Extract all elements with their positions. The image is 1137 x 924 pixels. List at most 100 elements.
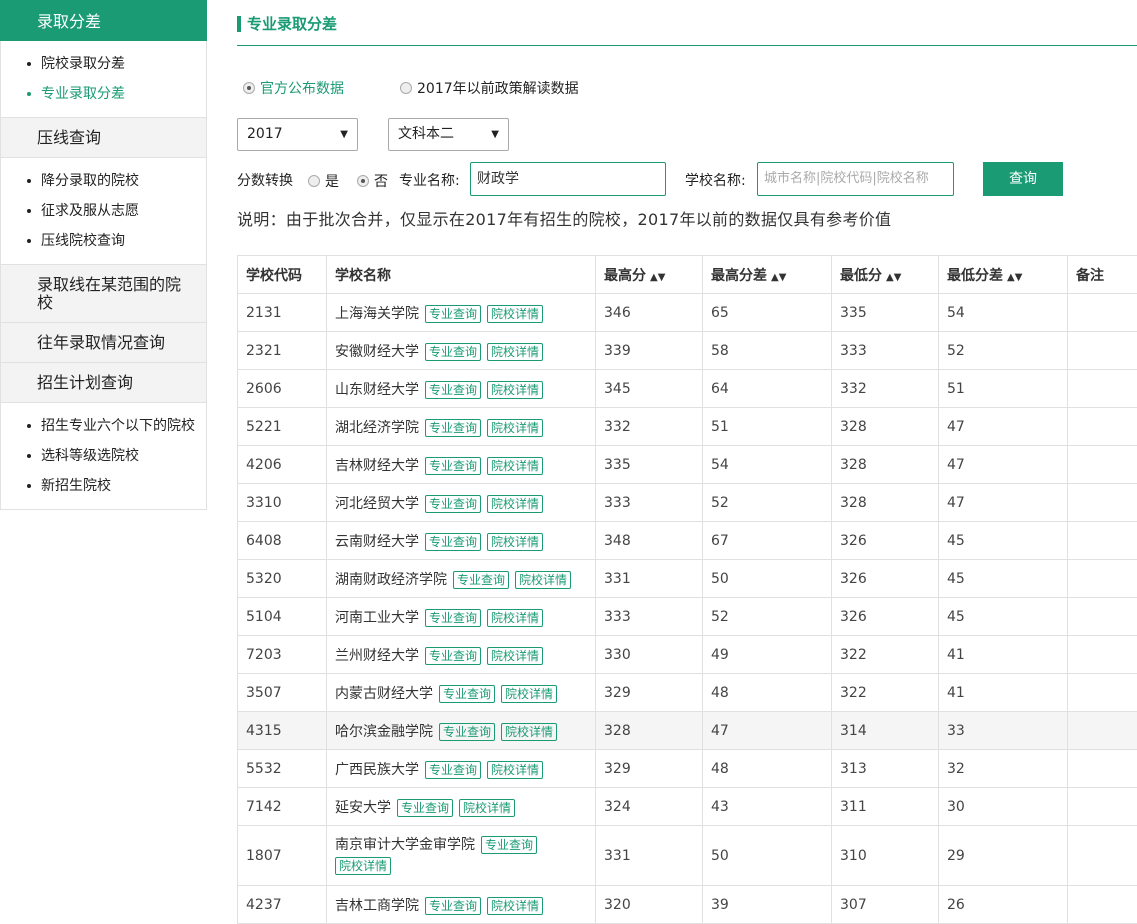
cell-name: 湖北经济学院专业查询院校详情: [327, 408, 596, 446]
radio-official-label: 官方公布数据: [260, 78, 344, 98]
cell-max-diff: 67: [703, 522, 832, 560]
school-detail-tag[interactable]: 院校详情: [487, 761, 543, 779]
cell-remark: [1068, 636, 1137, 674]
school-detail-tag[interactable]: 院校详情: [487, 419, 543, 437]
sidebar-section-plan[interactable]: 招生计划查询: [0, 363, 207, 403]
cell-code: 2321: [238, 332, 327, 370]
table-row: 2606山东财经大学专业查询院校详情3456433251: [238, 370, 1137, 408]
cell-remark: [1068, 674, 1137, 712]
table-row: 5532广西民族大学专业查询院校详情3294831332: [238, 750, 1137, 788]
school-detail-tag[interactable]: 院校详情: [487, 647, 543, 665]
school-name: 湖北经济学院: [335, 420, 419, 436]
cell-name: 河北经贸大学专业查询院校详情: [327, 484, 596, 522]
school-detail-tag[interactable]: 院校详情: [487, 381, 543, 399]
school-detail-tag[interactable]: 院校详情: [487, 305, 543, 323]
radio-old-data[interactable]: 2017年以前政策解读数据: [400, 78, 579, 98]
cell-min: 328: [832, 408, 939, 446]
major-query-tag[interactable]: 专业查询: [425, 381, 481, 399]
school-name-input[interactable]: 城市名称|院校代码|院校名称: [757, 162, 954, 196]
cell-name: 广西民族大学专业查询院校详情: [327, 750, 596, 788]
sidebar-item-subject-level[interactable]: 选科等级选院校: [1, 441, 206, 471]
cell-code: 3507: [238, 674, 327, 712]
major-query-tag[interactable]: 专业查询: [425, 305, 481, 323]
cell-code: 5320: [238, 560, 327, 598]
sidebar-section-range[interactable]: 录取线在某范围的院校: [0, 265, 207, 323]
cell-min: 314: [832, 712, 939, 750]
school-detail-tag[interactable]: 院校详情: [335, 857, 391, 875]
header-min[interactable]: 最低分▲▼: [832, 256, 939, 294]
cell-min: 310: [832, 826, 939, 886]
sidebar-section-history[interactable]: 往年录取情况查询: [0, 323, 207, 363]
sidebar-item-yaxian-school[interactable]: 压线院校查询: [1, 226, 206, 256]
school-detail-tag[interactable]: 院校详情: [487, 533, 543, 551]
table-row: 3507内蒙古财经大学专业查询院校详情3294832241: [238, 674, 1137, 712]
sidebar-item-new-schools[interactable]: 新招生院校: [1, 471, 206, 501]
major-query-tag[interactable]: 专业查询: [397, 799, 453, 817]
school-detail-tag[interactable]: 院校详情: [459, 799, 515, 817]
header-min-diff[interactable]: 最低分差▲▼: [939, 256, 1068, 294]
major-query-tag[interactable]: 专业查询: [453, 571, 509, 589]
major-query-tag[interactable]: 专业查询: [425, 647, 481, 665]
convert-yes-radio[interactable]: 是: [308, 171, 339, 191]
data-source-radio-group: 官方公布数据 2017年以前政策解读数据: [243, 78, 344, 98]
major-query-tag[interactable]: 专业查询: [425, 457, 481, 475]
school-name: 延安大学: [335, 800, 391, 816]
cell-min-diff: 29: [939, 826, 1068, 886]
cell-max: 346: [596, 294, 703, 332]
sidebar-item-zhengqiu[interactable]: 征求及服从志愿: [1, 196, 206, 226]
convert-no-radio[interactable]: 否: [357, 171, 388, 191]
table-row: 7203兰州财经大学专业查询院校详情3304932241: [238, 636, 1137, 674]
cell-min-diff: 51: [939, 370, 1068, 408]
query-button[interactable]: 查询: [983, 162, 1063, 196]
cell-max-diff: 50: [703, 560, 832, 598]
major-query-tag[interactable]: 专业查询: [439, 685, 495, 703]
sidebar-item-school-diff[interactable]: 院校录取分差: [1, 49, 206, 79]
sidebar-section-yaxian[interactable]: 压线查询: [0, 118, 207, 158]
major-query-tag[interactable]: 专业查询: [425, 609, 481, 627]
major-query-tag[interactable]: 专业查询: [425, 533, 481, 551]
major-query-tag[interactable]: 专业查询: [425, 495, 481, 513]
sidebar-item-lower-score[interactable]: 降分录取的院校: [1, 166, 206, 196]
batch-select[interactable]: 文科本二 ▼: [388, 118, 509, 151]
radio-official-data[interactable]: 官方公布数据: [243, 78, 344, 98]
school-detail-tag[interactable]: 院校详情: [487, 343, 543, 361]
sidebar-header[interactable]: 录取分差: [0, 0, 207, 41]
school-detail-tag[interactable]: 院校详情: [515, 571, 571, 589]
radio-unselected-icon: [400, 82, 412, 94]
cell-min: 307: [832, 886, 939, 924]
school-detail-tag[interactable]: 院校详情: [487, 609, 543, 627]
school-detail-tag[interactable]: 院校详情: [487, 495, 543, 513]
table-row: 5320湖南财政经济学院专业查询院校详情3315032645: [238, 560, 1137, 598]
cell-code: 4315: [238, 712, 327, 750]
year-select[interactable]: 2017 ▼: [237, 118, 358, 151]
major-query-tag[interactable]: 专业查询: [481, 836, 537, 854]
cell-min-diff: 45: [939, 522, 1068, 560]
major-query-tag[interactable]: 专业查询: [425, 761, 481, 779]
major-query-tag[interactable]: 专业查询: [425, 343, 481, 361]
sidebar-item-few-majors[interactable]: 招生专业六个以下的院校: [1, 411, 206, 441]
cell-code: 3310: [238, 484, 327, 522]
school-name: 云南财经大学: [335, 534, 419, 550]
major-name-input[interactable]: 财政学: [470, 162, 666, 196]
cell-remark: [1068, 294, 1137, 332]
school-detail-tag[interactable]: 院校详情: [501, 685, 557, 703]
table-row: 4237吉林工商学院专业查询院校详情3203930726: [238, 886, 1137, 924]
cell-max: 332: [596, 408, 703, 446]
sidebar-item-major-diff[interactable]: 专业录取分差: [1, 79, 206, 109]
header-remark: 备注: [1068, 256, 1137, 294]
school-detail-tag[interactable]: 院校详情: [487, 897, 543, 915]
cell-min-diff: 41: [939, 636, 1068, 674]
caret-down-icon: ▼: [491, 119, 499, 150]
cell-remark: [1068, 370, 1137, 408]
header-max-diff[interactable]: 最高分差▲▼: [703, 256, 832, 294]
cell-remark: [1068, 750, 1137, 788]
cell-code: 5221: [238, 408, 327, 446]
cell-name: 南京审计大学金审学院专业查询院校详情: [327, 826, 596, 886]
header-max[interactable]: 最高分▲▼: [596, 256, 703, 294]
major-query-tag[interactable]: 专业查询: [439, 723, 495, 741]
cell-min-diff: 33: [939, 712, 1068, 750]
school-detail-tag[interactable]: 院校详情: [487, 457, 543, 475]
school-detail-tag[interactable]: 院校详情: [501, 723, 557, 741]
major-query-tag[interactable]: 专业查询: [425, 419, 481, 437]
major-query-tag[interactable]: 专业查询: [425, 897, 481, 915]
